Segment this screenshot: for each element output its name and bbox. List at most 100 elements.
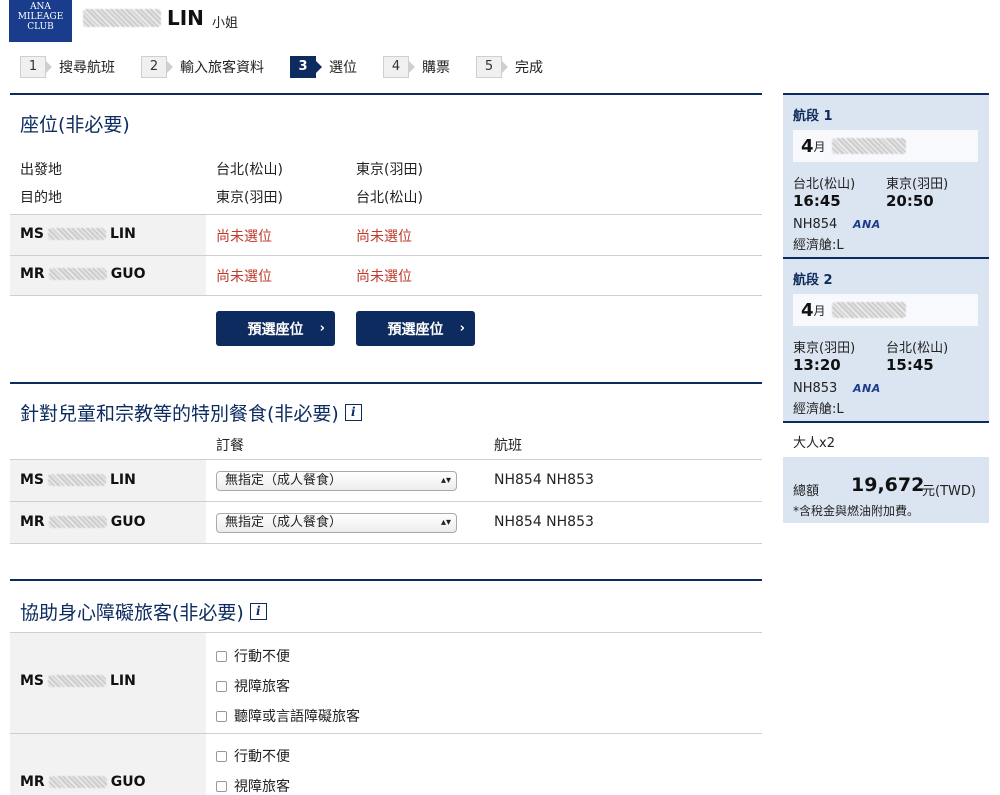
select-seat-button-seg1[interactable]: 預選座位 › bbox=[216, 311, 335, 346]
segment-destination: 台北(松山) bbox=[886, 341, 949, 356]
total-currency: 元(TWD) bbox=[922, 484, 976, 499]
passenger-name: MR GUO bbox=[20, 266, 145, 282]
itinerary-summary: 航段 1 4 月 台北(松山) 東京(羽田) 16:45 20:50 NH854… bbox=[783, 93, 989, 523]
redacted-given-name bbox=[48, 516, 107, 528]
divider bbox=[10, 543, 762, 544]
assist-option[interactable]: 視障旅客 bbox=[216, 776, 290, 795]
option-label: 聽障或言語障礙旅客 bbox=[234, 709, 360, 725]
passenger-prefix: MR bbox=[20, 774, 45, 790]
step-number-active: 3 bbox=[290, 56, 322, 78]
info-icon[interactable]: i bbox=[249, 603, 267, 620]
select-arrow-icon: ▴▾ bbox=[440, 517, 451, 528]
logo-line: MILEAGE bbox=[17, 12, 64, 22]
option-label: 行動不便 bbox=[234, 749, 290, 765]
seg2-dest: 台北(松山) bbox=[356, 190, 423, 206]
assist-row: MR GUO 行動不便 視障旅客 bbox=[10, 734, 762, 795]
meal-select[interactable]: 無指定（成人餐食） ▴▾ bbox=[216, 471, 457, 491]
redacted-given-name bbox=[48, 268, 107, 280]
progress-steps: 1 搜尋航班 2 輸入旅客資料 3 選位 4 購票 5 完成 bbox=[20, 56, 569, 78]
assist-option[interactable]: 聽障或言語障礙旅客 bbox=[216, 706, 360, 726]
seat-status-seg1: 尚未選位 bbox=[216, 229, 272, 245]
option-label: 視障旅客 bbox=[234, 779, 290, 795]
user-name: LIN bbox=[83, 6, 204, 30]
chevron-right-icon: › bbox=[459, 321, 465, 336]
select-arrow-icon: ▴▾ bbox=[440, 475, 451, 486]
seat-status-seg1: 尚未選位 bbox=[216, 269, 272, 285]
meal-select[interactable]: 無指定（成人餐食） ▴▾ bbox=[216, 513, 457, 533]
segment-origin: 東京(羽田) bbox=[793, 341, 856, 356]
checkbox[interactable] bbox=[216, 680, 227, 692]
flight-column-header: 航班 bbox=[494, 438, 522, 454]
select-seat-button-seg2[interactable]: 預選座位 › bbox=[356, 311, 475, 346]
meal-select-value: 無指定（成人餐食） bbox=[225, 515, 343, 530]
flight-number: NH853 bbox=[793, 381, 838, 396]
passenger-prefix: MS bbox=[20, 673, 45, 689]
cabin-class: 經濟艙:L bbox=[793, 402, 844, 417]
chevron-right-icon: › bbox=[319, 321, 325, 336]
passenger-surname: LIN bbox=[110, 472, 136, 488]
cabin-class: 經濟艙:L bbox=[793, 238, 844, 253]
checkbox[interactable] bbox=[216, 650, 227, 662]
step-passenger-info: 2 輸入旅客資料 bbox=[141, 56, 264, 78]
passenger-prefix: MS bbox=[20, 472, 45, 488]
assist-option[interactable]: 行動不便 bbox=[216, 646, 290, 666]
assist-option[interactable]: 視障旅客 bbox=[216, 676, 290, 696]
step-seat-selection: 3 選位 bbox=[290, 56, 357, 78]
tax-note: *含稅金與燃油附加費。 bbox=[793, 504, 920, 518]
passenger-count-box: 大人x2 bbox=[783, 423, 989, 457]
seg1-origin: 台北(松山) bbox=[216, 162, 283, 178]
meal-section-title: 針對兒童和宗教等的特別餐食(非必要) i bbox=[10, 399, 362, 426]
segment-origin: 台北(松山) bbox=[793, 177, 856, 192]
step-label: 輸入旅客資料 bbox=[180, 60, 264, 76]
info-icon[interactable]: i bbox=[344, 404, 362, 421]
redacted-given-name bbox=[48, 675, 107, 687]
ana-airline-logo: ANA bbox=[853, 382, 881, 395]
option-label: 行動不便 bbox=[234, 649, 290, 665]
passenger-prefix: MS bbox=[20, 226, 45, 242]
dest-label: 目的地 bbox=[20, 190, 62, 206]
redacted-given-name bbox=[48, 474, 107, 486]
arrival-time: 20:50 bbox=[886, 192, 934, 210]
seg1-dest: 東京(羽田) bbox=[216, 190, 283, 206]
checkbox[interactable] bbox=[216, 710, 227, 722]
passenger-name: MR GUO bbox=[20, 774, 145, 790]
button-label: 預選座位 bbox=[247, 321, 304, 338]
redacted-date bbox=[831, 138, 906, 154]
checkbox[interactable] bbox=[216, 780, 227, 792]
step-complete: 5 完成 bbox=[476, 56, 543, 78]
assist-title-text: 協助身心障礙旅客(非必要) bbox=[20, 602, 244, 624]
special-meal-section: 針對兒童和宗教等的特別餐食(非必要) i 訂餐 航班 MS LIN 無指定（成人… bbox=[10, 382, 762, 552]
header: ANA MILEAGE CLUB LIN 小姐 bbox=[0, 0, 1000, 48]
step-label: 選位 bbox=[329, 60, 357, 76]
step-number: 2 bbox=[141, 56, 173, 78]
step-number: 4 bbox=[383, 56, 415, 78]
meal-row: MS LIN 無指定（成人餐食） ▴▾ NH854 NH853 bbox=[10, 460, 762, 501]
assist-section-title: 協助身心障礙旅客(非必要) i bbox=[10, 598, 267, 625]
meal-row: MR GUO 無指定（成人餐食） ▴▾ NH854 NH853 bbox=[10, 502, 762, 543]
segment-title: 航段 2 bbox=[793, 273, 833, 288]
departure-time: 13:20 bbox=[793, 356, 841, 374]
passenger-surname: GUO bbox=[110, 514, 146, 530]
assistance-section: 協助身心障礙旅客(非必要) i MS LIN 行動不便 視障旅客 聽障或言語障礙… bbox=[10, 579, 762, 795]
meal-title-text: 針對兒童和宗教等的特別餐食(非必要) bbox=[20, 403, 339, 425]
passenger-count: 大人x2 bbox=[793, 436, 835, 451]
passenger-surname: GUO bbox=[110, 774, 146, 790]
seat-row: MS LIN 尚未選位 尚未選位 bbox=[10, 215, 762, 255]
assist-option[interactable]: 行動不便 bbox=[216, 746, 290, 766]
ana-airline-logo: ANA bbox=[853, 218, 881, 231]
total-label: 總額 bbox=[793, 484, 820, 499]
seat-section-title: 座位(非必要) bbox=[20, 114, 130, 136]
step-number: 1 bbox=[20, 56, 52, 78]
arrival-time: 15:45 bbox=[886, 356, 934, 374]
passenger-surname: LIN bbox=[110, 226, 136, 242]
ana-mileage-club-logo[interactable]: ANA MILEAGE CLUB bbox=[9, 0, 72, 42]
segment-title: 航段 1 bbox=[793, 109, 833, 124]
meal-flights: NH854 NH853 bbox=[494, 514, 594, 530]
date-month: 4 bbox=[801, 299, 814, 321]
checkbox[interactable] bbox=[216, 750, 227, 762]
flight-number: NH854 bbox=[793, 217, 838, 232]
seat-section: 座位(非必要) 出發地 台北(松山) 東京(羽田) 目的地 東京(羽田) 台北(… bbox=[10, 93, 762, 383]
user-salutation: 小姐 bbox=[212, 16, 239, 31]
seat-row: MR GUO 尚未選位 尚未選位 bbox=[10, 256, 762, 295]
redacted-given-name bbox=[48, 228, 107, 240]
